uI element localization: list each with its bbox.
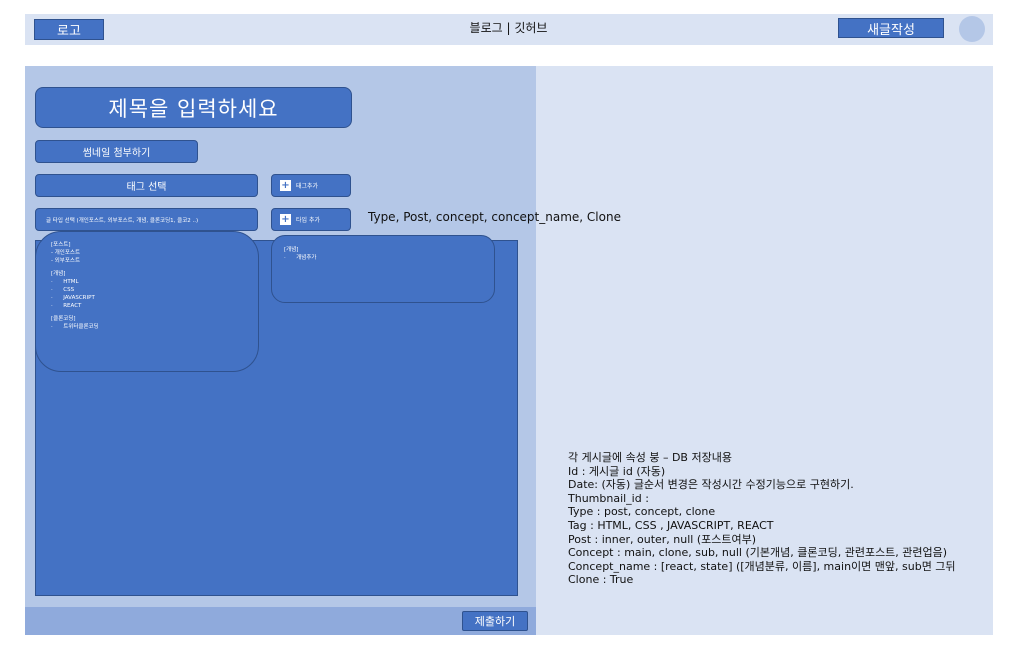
note-line: Id : 게시글 id (자동)	[568, 464, 666, 478]
dropdown-option[interactable]: · 트위터클론코딩	[51, 324, 258, 332]
type-note: Type, Post, concept, concept_name, Clone	[368, 210, 621, 224]
new-post-button[interactable]: 새글작성	[838, 18, 944, 38]
plus-icon: +	[280, 180, 291, 191]
group-heading: [포스트]	[51, 242, 71, 248]
title-input[interactable]: 제목을 입력하세요	[35, 87, 352, 128]
avatar[interactable]	[959, 16, 985, 42]
dropdown-option[interactable]: · CSS	[51, 287, 258, 295]
note-line: Post : inner, outer, null (포스트여부)	[568, 532, 757, 546]
thumbnail-attach-button[interactable]: 썸네일 첨부하기	[35, 140, 198, 163]
group-heading: [클론코딩]	[51, 315, 76, 322]
add-tag-label: 태그추가	[296, 183, 319, 190]
add-type-button[interactable]: + 타입 추가	[271, 208, 351, 231]
dropdown-option[interactable]: · REACT	[51, 303, 258, 311]
group-heading: [개념]	[284, 247, 299, 253]
add-type-label: 타입 추가	[296, 217, 320, 224]
note-line: Type : post, concept, clone	[568, 505, 716, 519]
popup-group-post: [포스트] - 개인포스트 - 외부포스트	[51, 242, 258, 266]
dropdown-option[interactable]: · JAVASCRIPT	[51, 295, 258, 303]
db-fields-note: 각 게시글에 속성 붕 – DB 저장내용 Id : 게시글 id (자동) D…	[568, 451, 956, 587]
add-concept-option[interactable]: · 개념추가	[284, 255, 494, 263]
note-line: Date: (자동) 글순서 변경은 작성시간 수정기능으로 구현하기.	[568, 478, 854, 492]
note-line: Clone : True	[568, 573, 634, 587]
popup-group-clone: [클론코딩] · 트위터클론코딩	[51, 316, 258, 332]
dropdown-option[interactable]: - 개인포스트	[51, 250, 258, 258]
note-line: Tag : HTML, CSS , JAVASCRIPT, REACT	[568, 518, 774, 532]
note-line: Concept : main, clone, sub, null (기본개념, …	[568, 546, 948, 560]
group-heading: [개념]	[51, 270, 66, 277]
plus-icon: +	[280, 214, 291, 225]
dropdown-option[interactable]: - 외부포스트	[51, 258, 258, 266]
type-dropdown-popup: [포스트] - 개인포스트 - 외부포스트 [개념] · HTML · CSS …	[35, 231, 259, 372]
tag-select[interactable]: 태그 선택	[35, 174, 258, 197]
post-type-select[interactable]: 글 타입 선택 (개인포스트, 외부포스트, 개념, 클론코딩1, 클코2 ..…	[35, 208, 258, 231]
note-line: 각 게시글에 속성 붕 – DB 저장내용	[568, 451, 732, 464]
submit-button[interactable]: 제출하기	[462, 611, 528, 631]
add-tag-button[interactable]: + 태그추가	[271, 174, 351, 197]
popup-group-concept: [개념] · HTML · CSS · JAVASCRIPT · REACT	[51, 271, 258, 311]
note-line: Concept_name : [react, state] ([개념분류, 이름…	[568, 559, 956, 573]
concept-popup: [개념] · 개념추가	[271, 235, 495, 303]
bottom-bar	[25, 607, 536, 635]
note-line: Thumbnail_id :	[568, 491, 649, 505]
dropdown-option[interactable]: · HTML	[51, 279, 258, 287]
